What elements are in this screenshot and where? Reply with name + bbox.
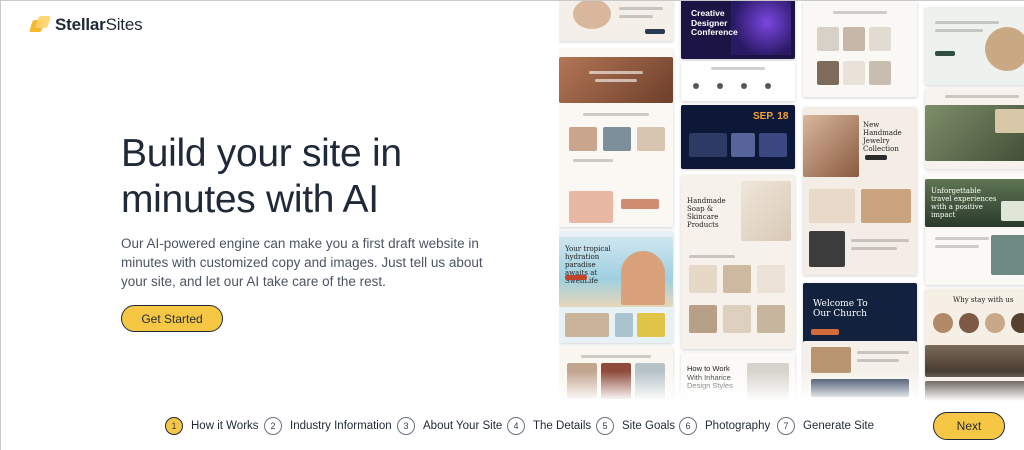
template-thumbnail (681, 61, 795, 101)
step-label: The Details (533, 420, 592, 432)
template-thumbnail (559, 1, 673, 41)
get-started-button[interactable]: Get Started (121, 305, 223, 332)
gallery-fade (559, 371, 1024, 401)
step-site-goals[interactable]: 5 Site Goals (596, 416, 675, 436)
step-label: Industry Information (290, 420, 392, 432)
step-about-your-site[interactable]: 3 About Your Site (397, 416, 502, 436)
step-number: 1 (165, 417, 183, 435)
step-number: 7 (777, 417, 795, 435)
brand-logo[interactable]: StellarSites (29, 15, 143, 35)
tile-headline: Handmade Soap & Skincare Products (687, 197, 726, 229)
template-gallery: Your tropical hydration paradise awaits … (559, 1, 1024, 401)
step-label: About Your Site (423, 420, 503, 432)
step-label: Photography (705, 420, 771, 432)
step-how-it-works[interactable]: 1 How it Works (165, 416, 259, 436)
step-label: Site Goals (622, 420, 676, 432)
template-thumbnail (559, 49, 673, 227)
template-thumbnail (803, 1, 917, 97)
step-number: 2 (264, 417, 282, 435)
tile-headline: Creative Designer Conference (691, 8, 738, 37)
tile-headline: Welcome To Our Church (813, 299, 868, 319)
step-number: 3 (397, 417, 415, 435)
app-frame: StellarSites Build your site in minutes … (0, 0, 1024, 450)
step-number: 4 (507, 417, 525, 435)
logo-icon (29, 16, 51, 34)
tile-date: SEP. 18 (753, 111, 789, 122)
step-label: Generate Site (803, 420, 874, 432)
step-generate-site[interactable]: 7 Generate Site (777, 416, 874, 436)
step-the-details[interactable]: 4 The Details (507, 416, 591, 436)
onboarding-stepper: 1 How it Works 2 Industry Information 3 … (1, 401, 1024, 450)
template-thumbnail: Creative Designer Conference (681, 1, 795, 59)
tile-heading: Why stay with us (953, 296, 1014, 304)
hero-title: Build your site in minutes with AI (121, 132, 402, 221)
step-number: 5 (596, 417, 614, 435)
tile-headline: New Handmade Jewelry Collection (863, 121, 902, 153)
hero-description: Our AI-powered engine can make you a fir… (121, 236, 483, 289)
step-photography[interactable]: 6 Photography (679, 416, 770, 436)
next-button[interactable]: Next (933, 412, 1005, 440)
template-thumbnail: Your tropical hydration paradise awaits … (559, 231, 673, 343)
template-thumbnail (925, 89, 1024, 169)
template-thumbnail (925, 7, 1024, 85)
template-thumbnail: Handmade Soap & Skincare Products (681, 175, 795, 349)
template-thumbnail: New Handmade Jewelry Collection (803, 107, 917, 275)
template-thumbnail: SEP. 18 (681, 105, 795, 169)
step-industry-information[interactable]: 2 Industry Information (264, 416, 392, 436)
brand-name: StellarSites (55, 15, 143, 34)
step-number: 6 (679, 417, 697, 435)
step-label: How it Works (191, 420, 259, 432)
template-thumbnail: Unforgettable travel experiences with a … (925, 173, 1024, 285)
tile-headline: Unforgettable travel experiences with a … (931, 187, 997, 219)
